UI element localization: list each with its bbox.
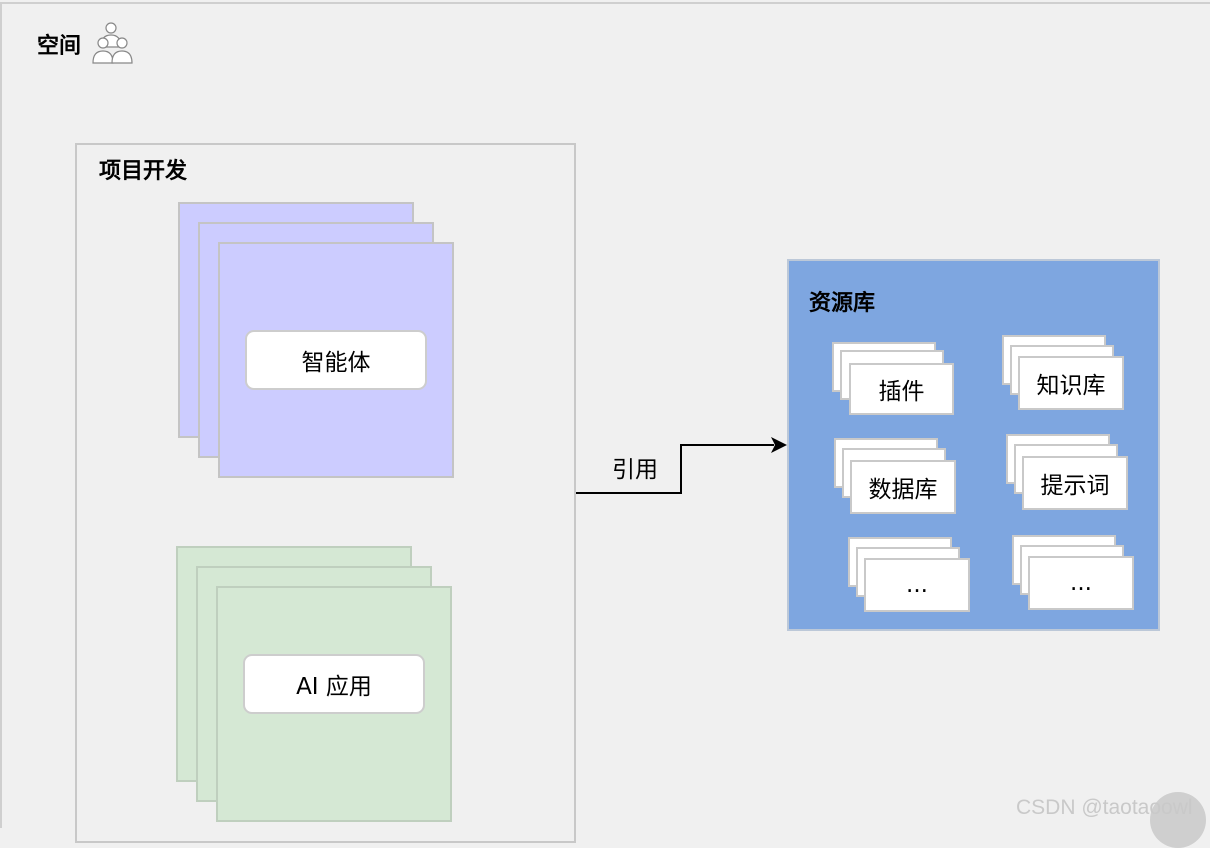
resource-library-title: 资源库 <box>809 291 876 316</box>
knowledge-card: 知识库 <box>1018 356 1124 410</box>
plugin-card: 插件 <box>849 363 954 415</box>
more-label-left: ... <box>906 572 928 598</box>
more-card-right: ... <box>1028 556 1134 610</box>
app-label-box: AI 应用 <box>243 654 425 714</box>
prompt-label: 提示词 <box>1040 473 1110 499</box>
app-label: AI 应用 <box>296 674 372 700</box>
database-label: 数据库 <box>868 477 938 503</box>
space-title: 空间 <box>37 34 82 59</box>
plugin-label: 插件 <box>878 379 925 405</box>
agent-label: 智能体 <box>301 350 371 376</box>
project-title: 项目开发 <box>99 159 188 184</box>
reference-label: 引用 <box>612 457 658 483</box>
agent-label-box: 智能体 <box>245 330 427 390</box>
database-card: 数据库 <box>850 460 956 514</box>
reference-arrow <box>574 430 792 500</box>
users-group-icon <box>90 20 138 66</box>
more-card-left: ... <box>864 558 970 612</box>
knowledge-label: 知识库 <box>1036 373 1106 399</box>
prompt-card: 提示词 <box>1022 456 1128 510</box>
watermark-text: CSDN @taotaoowl <box>1016 796 1193 819</box>
more-label-right: ... <box>1070 570 1092 596</box>
